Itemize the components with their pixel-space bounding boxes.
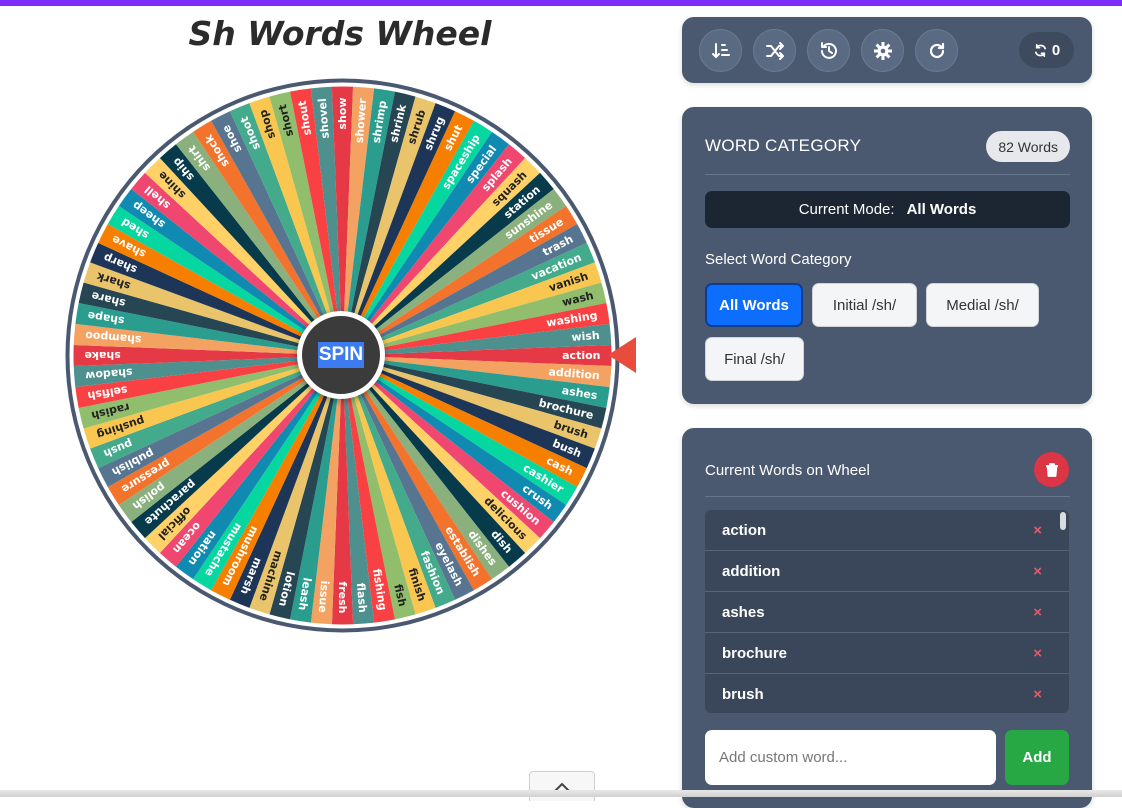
toolbar-panel: 0 bbox=[682, 17, 1092, 83]
divider bbox=[705, 496, 1070, 497]
spin-counter: 0 bbox=[1019, 32, 1074, 68]
history-icon bbox=[820, 41, 837, 59]
remove-word-button[interactable]: × bbox=[1033, 604, 1042, 621]
history-button[interactable] bbox=[807, 29, 850, 72]
top-accent-bar bbox=[0, 0, 1122, 6]
wheel-word-label: wish bbox=[571, 329, 600, 344]
mode-value: All Words bbox=[906, 201, 977, 218]
current-words-heading: Current Words on Wheel bbox=[705, 462, 870, 479]
select-category-label: Select Word Category bbox=[705, 251, 852, 268]
word-label: ashes bbox=[722, 603, 765, 621]
wheel-word-label: flash bbox=[354, 582, 369, 613]
wheel-word-label: issue bbox=[316, 580, 331, 613]
word-count-badge: 82 Words bbox=[986, 131, 1070, 162]
wheel-word-label: action bbox=[562, 349, 600, 362]
list-item: addition × bbox=[705, 551, 1069, 592]
word-category-panel: WORD CATEGORY 82 Words Current Mode: All… bbox=[682, 107, 1092, 404]
wheel-word-label: show bbox=[336, 98, 349, 130]
spin-label: SPIN bbox=[317, 342, 365, 368]
word-label: addition bbox=[722, 562, 781, 580]
list-item: brochure × bbox=[705, 633, 1069, 674]
settings-button[interactable] bbox=[861, 29, 904, 72]
divider bbox=[705, 174, 1070, 175]
category-medial-button[interactable]: Medial /sh/ bbox=[926, 283, 1039, 327]
word-list[interactable]: action × addition × ashes × brochure × b… bbox=[705, 510, 1069, 713]
list-scrollbar[interactable] bbox=[1060, 512, 1066, 530]
wheel-word-label: shake bbox=[85, 349, 121, 362]
sort-button[interactable] bbox=[699, 29, 742, 72]
list-item: action × bbox=[705, 510, 1069, 551]
page-footer-edge bbox=[0, 790, 1122, 797]
shuffle-button[interactable] bbox=[753, 29, 796, 72]
remove-word-button[interactable]: × bbox=[1033, 522, 1042, 539]
trash-icon bbox=[1045, 462, 1058, 477]
wheel-pointer bbox=[608, 337, 636, 373]
reset-button[interactable] bbox=[915, 29, 958, 72]
category-heading: WORD CATEGORY bbox=[705, 136, 862, 155]
word-label: brochure bbox=[722, 644, 788, 662]
list-item: brush × bbox=[705, 674, 1069, 713]
shuffle-icon bbox=[765, 41, 784, 60]
mode-label: Current Mode: bbox=[798, 201, 895, 218]
category-final-button[interactable]: Final /sh/ bbox=[705, 337, 804, 381]
sort-icon bbox=[711, 42, 730, 58]
category-all-words-button[interactable]: All Words bbox=[705, 283, 803, 327]
add-word-button[interactable]: Add bbox=[1005, 730, 1069, 785]
gear-icon bbox=[873, 41, 892, 60]
list-item: ashes × bbox=[705, 592, 1069, 633]
current-words-panel: Current Words on Wheel action × addition… bbox=[682, 428, 1092, 808]
remove-word-button[interactable]: × bbox=[1033, 563, 1042, 580]
clear-all-button[interactable] bbox=[1034, 452, 1069, 487]
custom-word-input[interactable] bbox=[705, 730, 996, 785]
wheel-word-label: fresh bbox=[336, 581, 349, 613]
page-title: Sh Words Wheel bbox=[188, 14, 492, 53]
reset-icon bbox=[929, 42, 944, 58]
remove-word-button[interactable]: × bbox=[1033, 686, 1042, 703]
word-label: brush bbox=[722, 685, 764, 703]
word-label: action bbox=[722, 521, 767, 539]
category-initial-button[interactable]: Initial /sh/ bbox=[812, 283, 917, 327]
remove-word-button[interactable]: × bbox=[1033, 645, 1042, 662]
sync-icon bbox=[1034, 43, 1046, 57]
current-mode-bar: Current Mode: All Words bbox=[705, 191, 1070, 228]
spin-count: 0 bbox=[1051, 41, 1061, 59]
spin-button[interactable]: SPIN bbox=[297, 311, 385, 399]
